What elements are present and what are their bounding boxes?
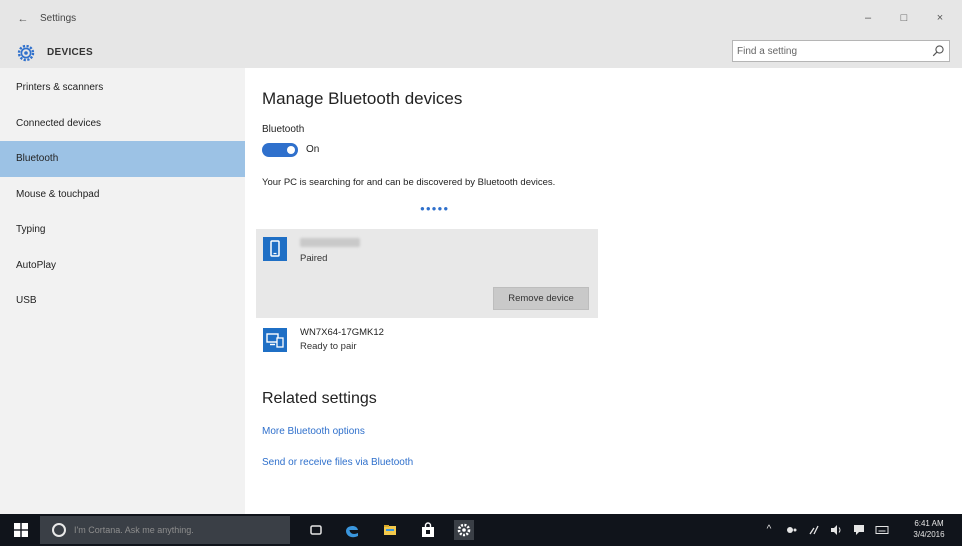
sidebar-item-typing[interactable]: Typing (0, 212, 245, 248)
search-icon[interactable] (931, 44, 945, 58)
cortana-search-input[interactable] (74, 522, 279, 538)
device-name: WN7X64-17GMK12 (300, 327, 384, 338)
edge-browser-icon[interactable] (342, 520, 362, 540)
remove-device-button[interactable]: Remove device (493, 287, 589, 310)
toggle-knob (287, 146, 295, 154)
send-receive-files-link[interactable]: Send or receive files via Bluetooth (262, 456, 413, 470)
network-tray-icon[interactable] (808, 523, 822, 537)
more-bluetooth-options-link[interactable]: More Bluetooth options (262, 425, 365, 439)
settings-header: DEVICES (0, 38, 962, 68)
bluetooth-tray-icon[interactable] (785, 523, 799, 537)
sidebar-item-autoplay[interactable]: AutoPlay (0, 248, 245, 284)
phone-icon (263, 237, 287, 261)
clock-time: 6:41 AM (914, 519, 944, 528)
sidebar: Printers & scanners Connected devices Bl… (0, 68, 245, 514)
search-input[interactable] (737, 43, 917, 59)
related-settings-heading: Related settings (262, 390, 377, 407)
show-hidden-icons-chevron-icon[interactable]: ^ (762, 523, 776, 537)
main-content: Manage Bluetooth devices Bluetooth On Yo… (245, 68, 962, 514)
cortana-icon (52, 523, 66, 537)
search-box[interactable] (732, 40, 950, 62)
back-button[interactable]: ← (14, 12, 32, 26)
sidebar-item-usb[interactable]: USB (0, 283, 245, 319)
devices-gear-icon (16, 43, 36, 63)
discovery-status-text: Your PC is searching for and can be disc… (262, 177, 556, 188)
task-view-icon[interactable] (306, 520, 326, 540)
maximize-button[interactable]: □ (894, 10, 914, 26)
taskbar-clock[interactable]: 6:41 AM 3/4/2016 (908, 518, 950, 540)
store-icon[interactable] (418, 520, 438, 540)
bluetooth-toggle-state: On (306, 144, 320, 155)
cortana-search-box[interactable] (40, 516, 290, 544)
windows-start-icon[interactable] (14, 523, 28, 537)
page-title: Manage Bluetooth devices (262, 89, 463, 108)
device-status: Ready to pair (300, 341, 357, 352)
keyboard-icon[interactable] (875, 523, 889, 537)
sidebar-item-printers-scanners[interactable]: Printers & scanners (0, 70, 245, 106)
sidebar-item-connected-devices[interactable]: Connected devices (0, 106, 245, 142)
device-status: Paired (300, 253, 328, 264)
bluetooth-label: Bluetooth (262, 124, 305, 135)
close-button[interactable]: × (930, 10, 950, 26)
device-item-ready-to-pair[interactable]: WN7X64-17GMK12 Ready to pair (256, 322, 598, 366)
taskbar: ^ 6:41 AM 3/4/2016 (0, 514, 962, 546)
sidebar-item-bluetooth[interactable]: Bluetooth (0, 141, 245, 177)
minimize-button[interactable]: – (858, 10, 878, 26)
searching-progress-indicator: ●●●●● (420, 204, 450, 213)
device-item-paired[interactable]: Paired Remove device (256, 229, 598, 318)
file-explorer-icon[interactable] (380, 520, 400, 540)
action-center-icon[interactable] (852, 523, 866, 537)
sidebar-item-mouse-touchpad[interactable]: Mouse & touchpad (0, 177, 245, 213)
settings-gear-icon[interactable] (454, 520, 474, 540)
volume-icon[interactable] (829, 523, 843, 537)
title-bar: ← Settings – □ × (0, 0, 962, 38)
device-name-redacted (300, 238, 360, 247)
bluetooth-toggle[interactable] (262, 143, 298, 157)
section-title: DEVICES (47, 47, 94, 58)
window-title: Settings (40, 13, 77, 24)
computer-icon (263, 328, 287, 352)
clock-date: 3/4/2016 (913, 530, 945, 539)
